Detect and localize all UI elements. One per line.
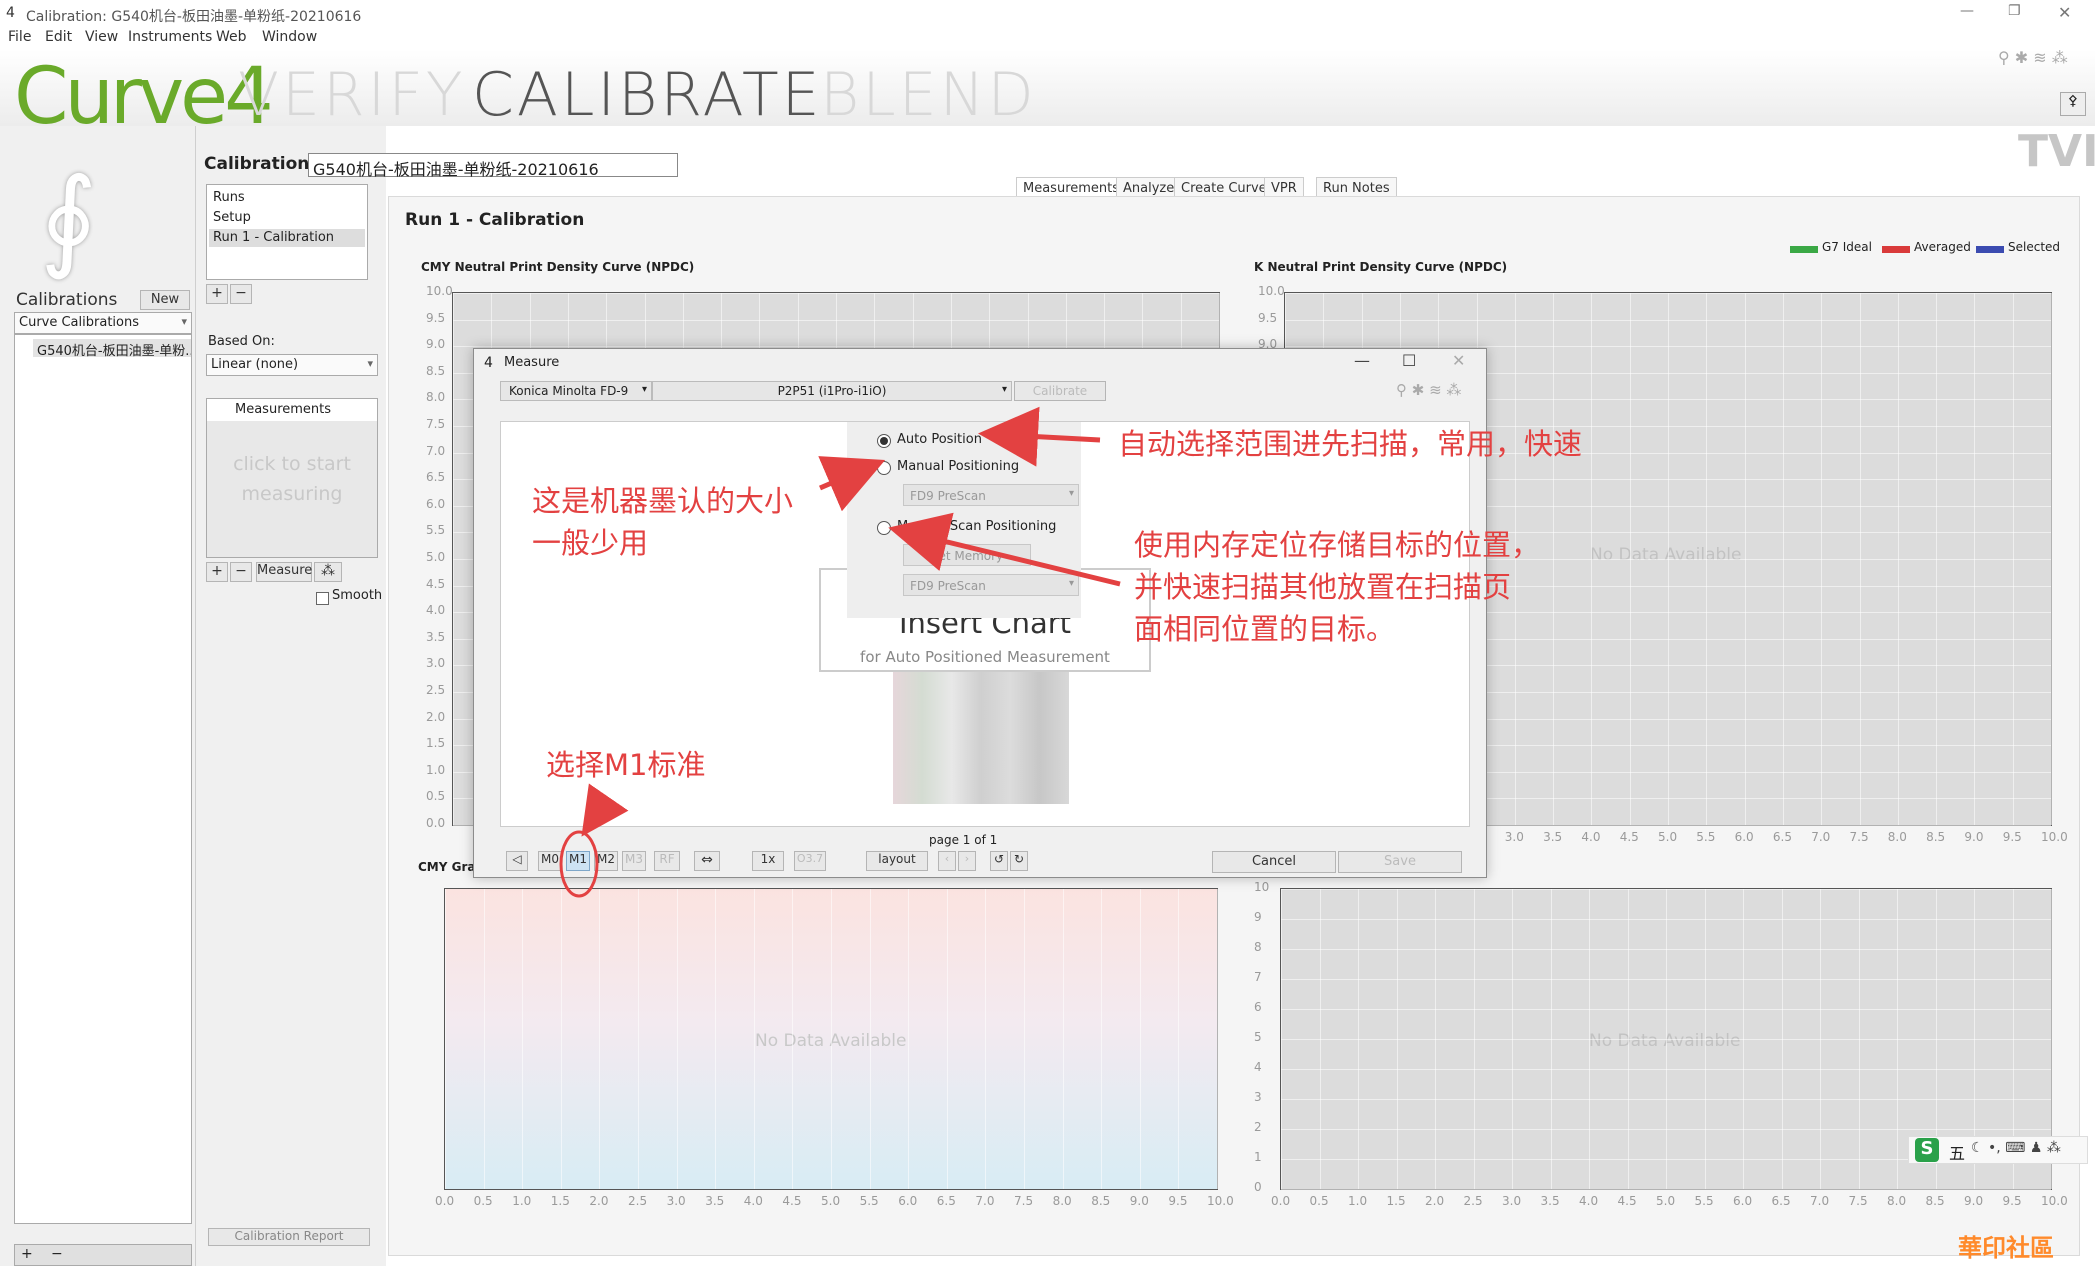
m1-highlight-circle [559,830,599,898]
annotation-arrows [559,406,1121,898]
arrow-m1 [581,783,629,837]
annotation-memoryscan: 使用内存定位存储目标的位置， 并快速扫描其他放置在扫描页 面相同位置的目标。 [1134,528,1541,646]
arrow-auto [978,406,1101,467]
annotation-m1: 选择M1标准 [546,748,706,782]
annotation-auto-position: 自动选择范围进先扫描，常用，快速 [1118,427,1583,461]
annotation-machine-size: 这是机器墨认的大小 一般少用 [532,484,794,560]
arrow-memory [888,512,1121,587]
arrow-machine [818,456,886,512]
